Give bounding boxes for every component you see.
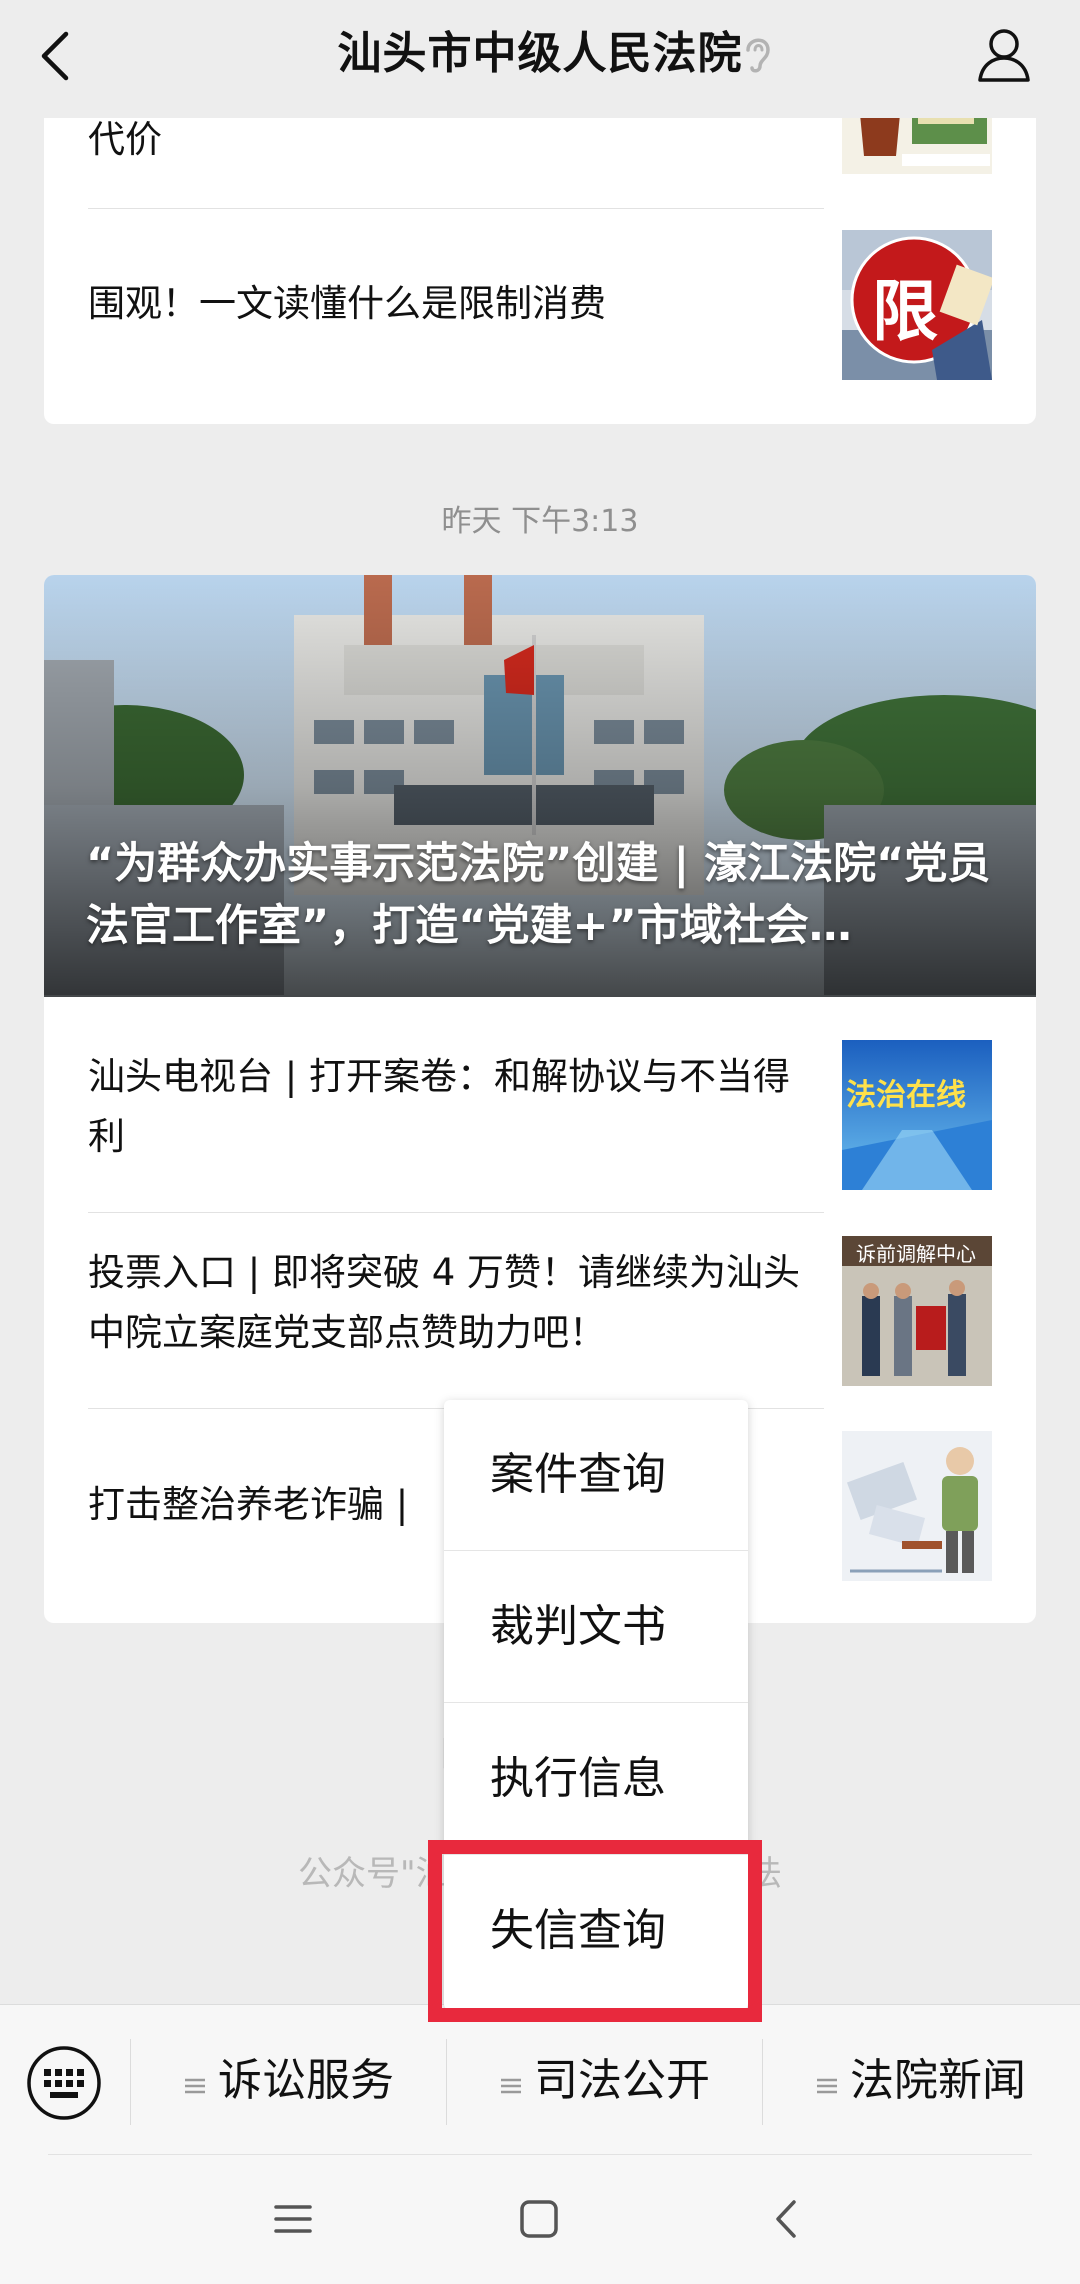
- triangle-back-icon[interactable]: [762, 2194, 812, 2244]
- message-timestamp: 昨天 下午3:13: [441, 504, 639, 539]
- thumbnail-label: 诉前调解中心: [856, 1242, 976, 1266]
- article-thumbnail[interactable]: 法治在线: [842, 1040, 992, 1190]
- menu-item-case-query[interactable]: 案件查询: [444, 1400, 748, 1550]
- menu-lines-icon: [500, 2043, 522, 2123]
- menu-icon[interactable]: [268, 2194, 318, 2244]
- menu-label: 诉讼服务: [218, 2055, 394, 2106]
- ear-icon[interactable]: [740, 32, 776, 76]
- keyboard-icon[interactable]: [26, 2045, 102, 2121]
- article-thumbnail[interactable]: 限: [842, 230, 992, 380]
- cover-title[interactable]: “为群众办实事示范法院”创建 | 濠江法院“党员法官工作室”，打造“党建+”市域…: [86, 833, 1006, 957]
- article-title[interactable]: 打击整治养老诈骗 |: [88, 1475, 408, 1535]
- top-bar: 汕头市中级人民法院: [0, 0, 1080, 118]
- article-title[interactable]: 投票入口 | 即将突破 4 万赞！请继续为汕头中院立案庭党支部点赞助力吧！: [88, 1243, 808, 1363]
- square-icon[interactable]: [514, 2194, 564, 2244]
- system-nav-bar: [0, 2154, 1080, 2284]
- menu-court-news[interactable]: 法院新闻: [816, 2041, 1026, 2121]
- page-title: 汕头市中级人民法院: [337, 28, 743, 79]
- thumbnail-label: 法治在线: [846, 1078, 966, 1113]
- menu-label: 司法公开: [534, 2055, 710, 2106]
- bottom-menu-bar: 诉讼服务 司法公开 法院新闻: [0, 2004, 1080, 2154]
- cover-image[interactable]: “为群众办实事示范法院”创建 | 濠江法院“党员法官工作室”，打造“党建+”市域…: [44, 575, 1036, 997]
- article-title[interactable]: 代价: [88, 110, 162, 170]
- menu-label: 法院新闻: [850, 2055, 1026, 2106]
- menu-lines-icon: [816, 2043, 838, 2123]
- highlight-box: [428, 1840, 762, 2022]
- menu-litigation-services[interactable]: 诉讼服务: [184, 2041, 394, 2121]
- article-thumbnail[interactable]: [842, 1431, 992, 1581]
- menu-item-execution-info[interactable]: 执行信息: [444, 1704, 748, 1854]
- article-title[interactable]: 围观！一文读懂什么是限制消费: [88, 274, 606, 334]
- menu-judicial-disclosure[interactable]: 司法公开: [500, 2041, 710, 2121]
- thumbnail-badge: 限: [872, 272, 938, 350]
- menu-lines-icon: [184, 2043, 206, 2123]
- article-thumbnail[interactable]: 诉前调解中心: [842, 1236, 992, 1386]
- article-title[interactable]: 汕头电视台 | 打开案卷：和解协议与不当得利: [88, 1047, 808, 1167]
- menu-item-judgment-documents[interactable]: 裁判文书: [444, 1552, 748, 1702]
- user-icon[interactable]: [972, 22, 1036, 86]
